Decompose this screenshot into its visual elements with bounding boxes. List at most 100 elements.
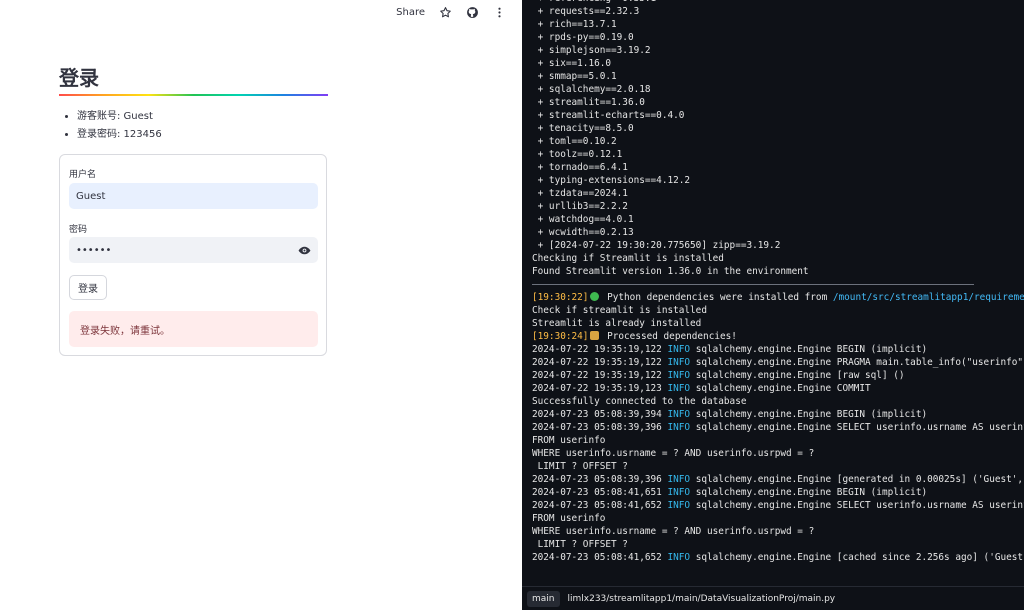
log-line: LIMIT ? OFFSET ? [532,538,1024,551]
log-text: sqlalchemy.engine.Engine BEGIN (implicit… [690,344,928,355]
log-line: WHERE userinfo.usrname = ? AND userinfo.… [532,447,1024,460]
log-text: + smmap==5.0.1 [532,71,617,82]
guest-info-list: 游客账号: Guest 登录密码: 123456 [59,108,162,144]
log-text: sqlalchemy.engine.Engine COMMIT [690,383,871,394]
log-line: + streamlit-echarts==0.4.0 [532,109,1024,122]
log-level: INFO [667,500,691,511]
log-text: FROM userinfo [532,435,606,446]
log-separator [532,278,1024,291]
log-timestamp: 2024-07-23 05:08:41,652 [532,500,668,511]
share-button[interactable]: Share [396,7,425,18]
log-text: sqlalchemy.engine.Engine [cached since 2… [695,552,1024,563]
more-menu-icon[interactable] [493,6,506,19]
log-timestamp: 2024-07-23 05:08:39,394 [532,409,668,420]
log-text: sqlalchemy.engine.Engine BEGIN (implicit… [690,487,928,498]
app-toolbar: Share [396,6,506,19]
log-line: Found Streamlit version 1.36.0 in the en… [532,265,1024,278]
snake-icon [590,292,600,301]
log-line: + rich==13.7.1 [532,18,1024,31]
log-text: + tornado==6.4.1 [532,162,628,173]
log-text: sqlalchemy.engine.Engine BEGIN (implicit… [690,409,928,420]
log-line: [19:30:24] Processed dependencies! [532,330,1024,343]
log-text: + streamlit==1.36.0 [532,97,645,108]
guest-account-item: 游客账号: Guest [77,108,162,126]
log-line: 2024-07-23 05:08:41,651 INFO sqlalchemy.… [532,486,1024,499]
log-line: + urllib3==2.2.2 [532,200,1024,213]
log-timestamp: 2024-07-23 05:08:39,396 [532,422,668,433]
log-line: + [2024-07-22 19:30:20.775650] zipp==3.1… [532,239,1024,252]
log-line: 2024-07-23 05:08:41,652 INFO sqlalchemy.… [532,499,1024,512]
username-value: Guest [76,190,106,202]
log-line: Streamlit is already installed [532,317,1024,330]
log-text: + sqlalchemy==2.0.18 [532,84,651,95]
log-line: + wcwidth==0.2.13 [532,226,1024,239]
login-form: 用户名 Guest 密码 •••••• 登录 登录失败，请重试。 [59,154,327,356]
log-timestamp: 2024-07-22 19:35:19,122 [532,344,668,355]
log-text: + toolz==0.12.1 [532,149,623,160]
log-level: INFO [667,422,691,433]
password-label: 密码 [69,225,88,235]
log-level: INFO [667,474,691,485]
log-text: WHERE userinfo.usrname = ? AND userinfo.… [532,448,815,459]
log-text: + toml==0.10.2 [532,136,617,147]
log-line: Checking if Streamlit is installed [532,252,1024,265]
log-text: + watchdog==4.0.1 [532,214,634,225]
error-alert: 登录失败，请重试。 [69,311,318,347]
log-line: + requests==2.32.3 [532,5,1024,18]
title-divider [59,94,328,96]
log-line: + watchdog==4.0.1 [532,213,1024,226]
username-input[interactable]: Guest [69,183,318,209]
log-text: Processed dependencies! [601,331,737,342]
log-line: 2024-07-23 05:08:41,652 INFO sqlalchemy.… [532,551,1024,564]
log-line: + smmap==5.0.1 [532,70,1024,83]
username-label: 用户名 [69,170,97,180]
log-level: INFO [667,409,691,420]
branch-badge[interactable]: main [527,590,560,607]
log-text: + six==1.16.0 [532,58,612,69]
password-input[interactable]: •••••• [69,237,318,263]
log-level: INFO [667,552,691,563]
log-line: Successfully connected to the database [532,395,1024,408]
log-line: + simplejson==3.19.2 [532,44,1024,57]
star-icon[interactable] [439,6,452,19]
log-text: Found Streamlit version 1.36.0 in the en… [532,266,809,277]
log-timestamp: 2024-07-22 19:35:19,122 [532,357,668,368]
log-line: 2024-07-22 19:35:19,122 INFO sqlalchemy.… [532,369,1024,382]
log-line: + tenacity==8.5.0 [532,122,1024,135]
log-text: LIMIT ? OFFSET ? [532,539,628,550]
log-text: + simplejson==3.19.2 [532,45,651,56]
log-line: FROM userinfo [532,434,1024,447]
log-level: INFO [667,344,691,355]
log-text: + tenacity==8.5.0 [532,123,634,134]
eye-icon[interactable] [298,244,311,257]
log-text: sqlalchemy.engine.Engine PRAGMA main.tab… [690,357,1024,368]
log-line: 2024-07-23 05:08:39,394 INFO sqlalchemy.… [532,408,1024,421]
log-text: LIMIT ? OFFSET ? [532,461,628,472]
log-line: 2024-07-23 05:08:39,396 INFO sqlalchemy.… [532,421,1024,434]
log-line: [19:30:22] Python dependencies were inst… [532,291,1024,304]
log-line: + tornado==6.4.1 [532,161,1024,174]
login-button[interactable]: 登录 [69,275,107,300]
file-path: limlx233/streamlitapp1/main/DataVisualiz… [567,593,836,604]
log-text: + requests==2.32.3 [532,6,640,17]
log-line: + streamlit==1.36.0 [532,96,1024,109]
github-icon[interactable] [466,6,479,19]
guest-password-item: 登录密码: 123456 [77,126,162,144]
log-text: + wcwidth==0.2.13 [532,227,634,238]
log-level: INFO [667,383,691,394]
log-line: + rpds-py==0.19.0 [532,31,1024,44]
log-text: sqlalchemy.engine.Engine [raw sql] () [690,370,905,381]
log-terminal[interactable]: + referencing==0.35.1 + requests==2.32.3… [522,0,1024,610]
log-line: 2024-07-22 19:35:19,122 INFO sqlalchemy.… [532,343,1024,356]
log-level: INFO [667,357,691,368]
log-line: + toml==0.10.2 [532,135,1024,148]
log-text: Streamlit is already installed [532,318,702,329]
streamlit-app: Share 登录 游客账号: Guest 登录密码: 123456 用户名 Gu… [0,0,522,610]
log-text: + typing-extensions==4.12.2 [532,175,691,186]
log-line: 2024-07-22 19:35:19,123 INFO sqlalchemy.… [532,382,1024,395]
log-text: + tzdata==2024.1 [532,188,628,199]
log-line: + sqlalchemy==2.0.18 [532,83,1024,96]
log-line: + typing-extensions==4.12.2 [532,174,1024,187]
log-line: LIMIT ? OFFSET ? [532,460,1024,473]
log-timestamp: 2024-07-22 19:35:19,123 [532,383,668,394]
